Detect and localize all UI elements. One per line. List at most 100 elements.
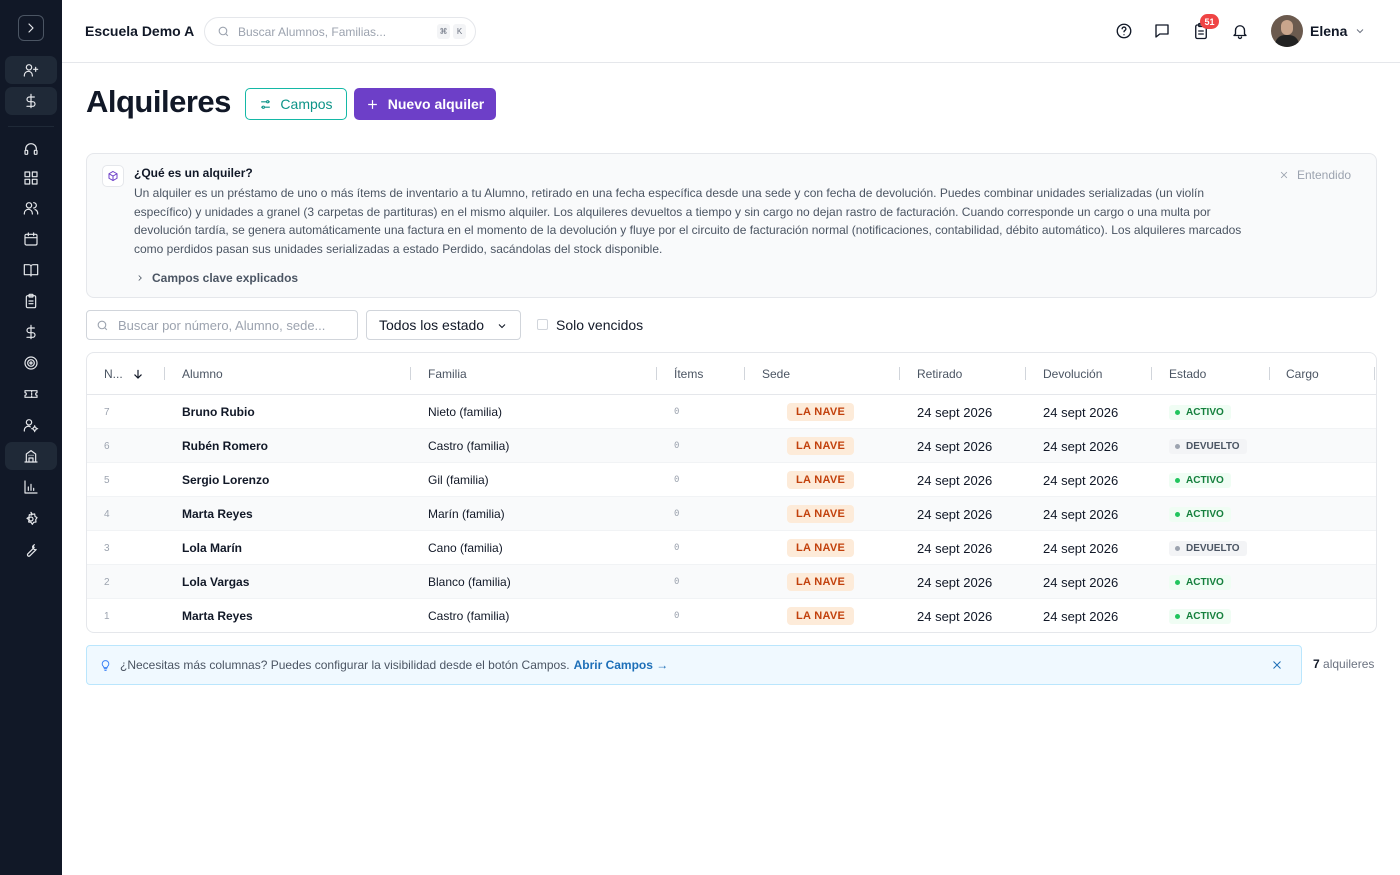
help-icon	[1116, 23, 1132, 39]
status-filter-select[interactable]: Todos los estado	[366, 310, 521, 340]
status-dot	[1175, 613, 1180, 619]
book-icon	[23, 264, 39, 277]
sidebar-item-settings[interactable]	[5, 505, 57, 533]
tip-close-button[interactable]	[1271, 659, 1283, 674]
tip-text: ¿Necesitas más columnas? Puedes configur…	[120, 658, 570, 672]
building-icon	[24, 450, 38, 463]
columns-tip-banner: ¿Necesitas más columnas? Puedes configur…	[86, 645, 1302, 685]
chevron-right-icon	[138, 275, 142, 281]
cell-devolucion: 24 sept 2026	[1043, 506, 1119, 522]
table-row[interactable]: 7 Bruno Rubio Nieto (familia) 0 LA NAVE …	[87, 395, 1376, 429]
table-row[interactable]: 3 Lola Marín Cano (familia) 0 LA NAVE 24…	[87, 531, 1376, 565]
user-avatar[interactable]	[1271, 15, 1303, 47]
user-menu-chevron[interactable]	[1354, 24, 1366, 42]
cell-number: 5	[104, 474, 110, 486]
overdue-only-label[interactable]: Solo vencidos	[556, 317, 643, 333]
cell-student[interactable]: Bruno Rubio	[182, 395, 255, 429]
info-dismiss-button[interactable]: Entendido	[1279, 168, 1351, 182]
status-label: ACTIVO	[1186, 508, 1224, 520]
status-label: ACTIVO	[1186, 474, 1224, 486]
cell-retirado: 24 sept 2026	[917, 404, 993, 420]
cell-student[interactable]: Lola Marín	[182, 531, 242, 565]
dollar-icon	[26, 324, 36, 340]
cell-family[interactable]: Gil (familia)	[428, 463, 489, 497]
status-badge: ACTIVO	[1169, 608, 1231, 624]
sidebar-item-dashboard[interactable]	[5, 164, 57, 192]
sidebar-item-reports[interactable]	[5, 473, 57, 501]
sidebar-item-tools[interactable]	[5, 536, 57, 564]
cell-student[interactable]: Marta Reyes	[182, 497, 253, 531]
cell-family[interactable]: Nieto (familia)	[428, 395, 502, 429]
messages-button[interactable]	[1152, 21, 1172, 41]
cell-family[interactable]: Castro (familia)	[428, 599, 509, 632]
cell-sede: LA NAVE	[787, 497, 855, 531]
table-row[interactable]: 5 Sergio Lorenzo Gil (familia) 0 LA NAVE…	[87, 463, 1376, 497]
status-label: ACTIVO	[1186, 406, 1224, 418]
cell-student[interactable]: Lola Vargas	[182, 565, 249, 599]
sidebar-item-billing[interactable]	[5, 87, 57, 115]
sidebar-item-calendar[interactable]	[5, 225, 57, 253]
column-header-retirado[interactable]: Retirado	[917, 353, 962, 394]
cell-estado: ACTIVO	[1169, 497, 1231, 531]
user-cog-icon	[23, 419, 39, 433]
cell-number: 7	[104, 406, 110, 418]
campos-button[interactable]: Campos	[245, 88, 347, 120]
table-row[interactable]: 1 Marta Reyes Castro (familia) 0 LA NAVE…	[87, 599, 1376, 632]
rental-search-placeholder: Buscar por número, Alumno, sede...	[118, 317, 326, 333]
cell-student[interactable]: Rubén Romero	[182, 429, 268, 463]
table-row[interactable]: 2 Lola Vargas Blanco (familia) 0 LA NAVE…	[87, 565, 1376, 599]
sidebar-item-support[interactable]	[5, 135, 57, 163]
column-header-student[interactable]: Alumno	[182, 353, 223, 394]
overdue-only-checkbox[interactable]	[537, 319, 548, 330]
wrench-icon	[26, 544, 37, 557]
notifications-button[interactable]	[1230, 21, 1250, 41]
info-card-text: Un alquiler es un préstamo de uno o más …	[134, 186, 1242, 256]
sidebar-item-events[interactable]	[5, 380, 57, 408]
sidebar-item-courses[interactable]	[5, 256, 57, 284]
avatar-body	[1275, 35, 1299, 47]
help-button[interactable]	[1114, 21, 1134, 41]
sidebar-item-attendance[interactable]	[5, 287, 57, 315]
info-card-title: ¿Qué es un alquiler?	[134, 166, 253, 180]
status-badge: DEVUELTO	[1169, 540, 1247, 556]
cell-retirado: 24 sept 2026	[917, 540, 993, 556]
column-header-items[interactable]: Ítems	[674, 353, 703, 394]
cell-estado: ACTIVO	[1169, 565, 1231, 599]
column-header-number[interactable]: N...	[104, 353, 145, 394]
column-header-estado[interactable]: Estado	[1169, 353, 1206, 394]
cell-family[interactable]: Cano (familia)	[428, 531, 503, 565]
sede-badge: LA NAVE	[787, 437, 855, 455]
user-name[interactable]: Elena	[1310, 23, 1347, 39]
sidebar-item-people[interactable]	[5, 194, 57, 222]
campos-button-label: Campos	[280, 96, 333, 112]
global-search-input[interactable]: Buscar Alumnos, Familias... ⌘ K	[204, 17, 476, 46]
column-header-family[interactable]: Familia	[428, 353, 467, 394]
status-label: DEVUELTO	[1186, 542, 1240, 554]
sidebar-item-goals[interactable]	[5, 349, 57, 377]
column-header-devolucion[interactable]: Devolución	[1043, 353, 1102, 394]
rental-search-input[interactable]: Buscar por número, Alumno, sede...	[86, 310, 358, 340]
cell-family[interactable]: Castro (familia)	[428, 429, 509, 463]
new-rental-button[interactable]: Nuevo alquiler	[354, 88, 496, 120]
column-divider	[744, 367, 745, 380]
cell-devolucion: 24 sept 2026	[1043, 608, 1119, 624]
sidebar-item-staff[interactable]	[5, 411, 57, 439]
avatar-head	[1281, 20, 1293, 35]
cell-student[interactable]: Marta Reyes	[182, 599, 253, 632]
sidebar-expand-button[interactable]	[18, 15, 44, 41]
cell-family[interactable]: Blanco (familia)	[428, 565, 511, 599]
column-header-sede[interactable]: Sede	[762, 353, 790, 394]
key-fields-toggle[interactable]: Campos clave explicados	[135, 271, 298, 285]
open-campos-link[interactable]: Abrir Campos →	[574, 658, 669, 672]
table-row[interactable]: 4 Marta Reyes Marín (familia) 0 LA NAVE …	[87, 497, 1376, 531]
chevron-right-icon	[28, 23, 34, 33]
chevron-down-icon	[1356, 29, 1364, 34]
column-header-cargo[interactable]: Cargo	[1286, 353, 1319, 394]
sidebar-item-new-student[interactable]	[5, 56, 57, 84]
cell-student[interactable]: Sergio Lorenzo	[182, 463, 269, 497]
table-row[interactable]: 6 Rubén Romero Castro (familia) 0 LA NAV…	[87, 429, 1376, 463]
sidebar-item-inventory[interactable]	[5, 442, 57, 470]
rentals-table: N... Alumno Familia Ítems Sede Retirado …	[86, 352, 1377, 633]
cell-family[interactable]: Marín (familia)	[428, 497, 505, 531]
sidebar-item-payments[interactable]	[5, 318, 57, 346]
